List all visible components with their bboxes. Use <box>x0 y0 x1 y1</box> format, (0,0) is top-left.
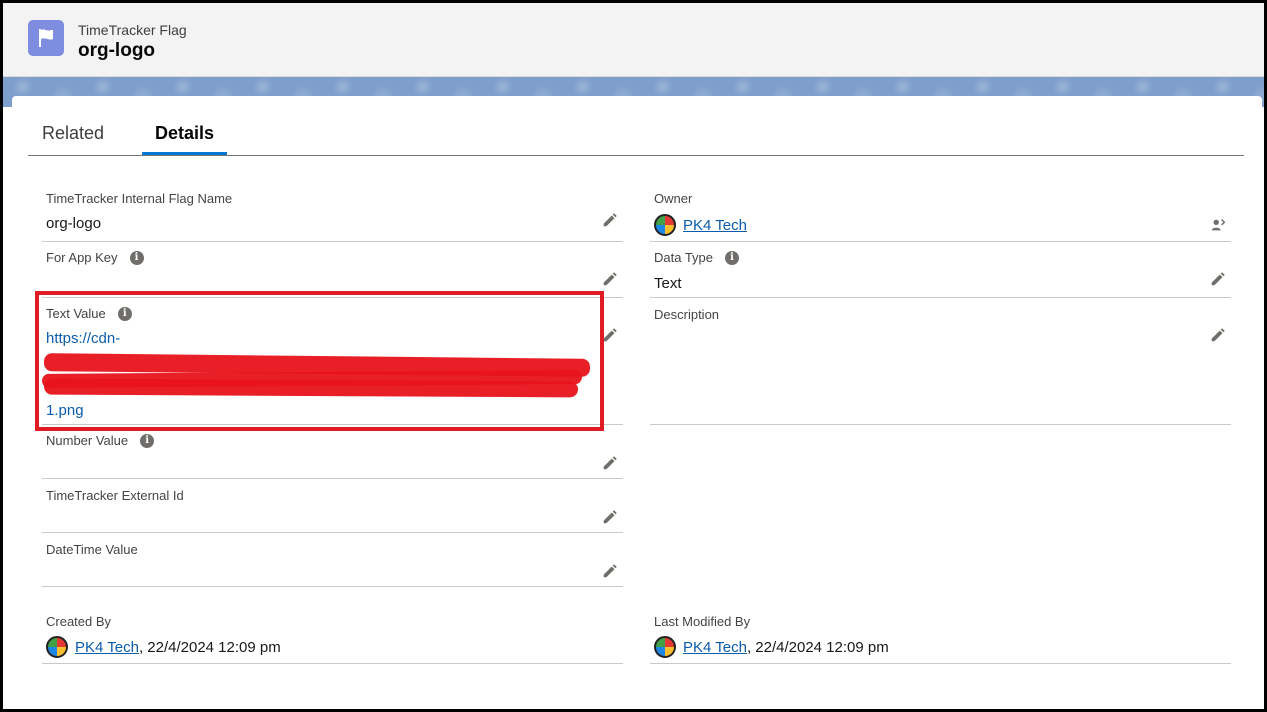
field-label: Number Value i <box>46 433 155 448</box>
flag-icon <box>28 20 64 56</box>
field-last-modified-by: Last Modified By PK4 Tech , 22/4/2024 12… <box>650 608 1231 664</box>
field-label: Owner <box>654 191 693 206</box>
pencil-icon[interactable] <box>601 270 619 288</box>
avatar <box>46 636 68 658</box>
created-by-value: PK4 Tech , 22/4/2024 12:09 pm <box>46 636 281 658</box>
field-description: Description <box>650 298 1231 425</box>
field-label: TimeTracker External Id <box>46 488 184 503</box>
field-label: For App Key i <box>46 250 144 265</box>
highlight-box <box>35 291 604 431</box>
pencil-icon[interactable] <box>1209 326 1227 344</box>
field-external-id: TimeTracker External Id <box>42 479 623 533</box>
field-label: TimeTracker Internal Flag Name <box>46 191 233 206</box>
owner-user-link[interactable]: PK4 Tech <box>683 217 747 234</box>
pencil-icon[interactable] <box>601 562 619 580</box>
object-type-label: TimeTracker Flag <box>78 22 187 38</box>
pencil-icon[interactable] <box>601 211 619 229</box>
field-created-by: Created By PK4 Tech , 22/4/2024 12:09 pm <box>42 608 623 664</box>
pencil-icon[interactable] <box>601 454 619 472</box>
record-title: org-logo <box>78 40 156 61</box>
change-owner-icon[interactable] <box>1209 216 1227 234</box>
field-label: Description <box>654 307 720 322</box>
field-number-value: Number Value i <box>42 425 623 479</box>
info-icon[interactable]: i <box>129 250 144 265</box>
field-label: Data Type i <box>654 250 740 265</box>
pencil-icon[interactable] <box>1209 270 1227 288</box>
field-value: org-logo <box>46 215 102 232</box>
info-icon[interactable]: i <box>140 433 155 448</box>
last-modified-user-link[interactable]: PK4 Tech <box>683 639 747 656</box>
field-label: Last Modified By <box>654 614 751 629</box>
field-internal-flag-name: TimeTracker Internal Flag Name org-logo <box>42 186 623 242</box>
tab-related[interactable]: Related <box>42 123 104 144</box>
active-tab-indicator <box>142 152 227 155</box>
last-modified-timestamp: , 22/4/2024 12:09 pm <box>746 638 889 656</box>
tab-details[interactable]: Details <box>155 123 214 144</box>
field-value: Text <box>654 275 682 292</box>
field-label: Created By <box>46 614 112 629</box>
record-header: TimeTracker Flag org-logo <box>3 3 1264 77</box>
avatar <box>654 214 676 236</box>
pencil-icon[interactable] <box>601 508 619 526</box>
info-icon[interactable]: i <box>725 250 740 265</box>
field-owner: Owner PK4 Tech <box>650 186 1231 242</box>
last-modified-by-value: PK4 Tech , 22/4/2024 12:09 pm <box>654 636 889 658</box>
avatar <box>654 636 676 658</box>
field-datetime-value: DateTime Value <box>42 533 623 587</box>
owner-value: PK4 Tech <box>654 214 747 236</box>
field-data-type: Data Type i Text <box>650 242 1231 298</box>
field-for-app-key: For App Key i <box>42 242 623 298</box>
tab-bar: Related Details <box>28 96 1244 156</box>
field-label: DateTime Value <box>46 542 138 557</box>
created-by-timestamp: , 22/4/2024 12:09 pm <box>138 638 281 656</box>
created-by-user-link[interactable]: PK4 Tech <box>75 639 139 656</box>
